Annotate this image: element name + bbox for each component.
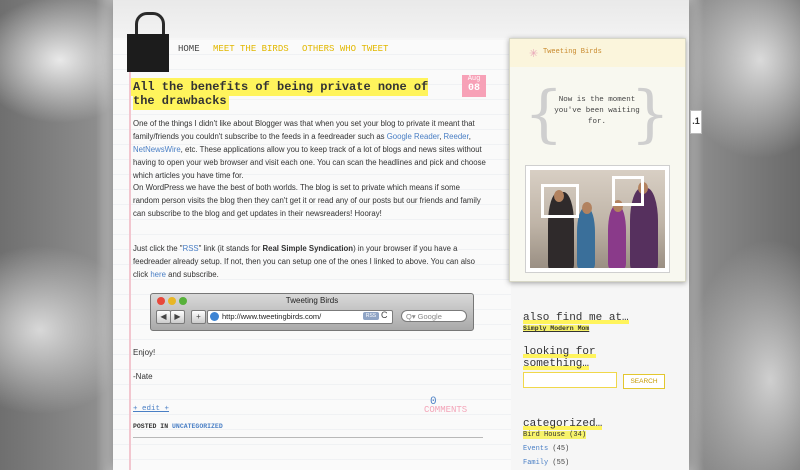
- rss-badge-icon: RSS: [363, 312, 379, 320]
- main-nav: HOME MEET THE BIRDS OTHERS WHO TWEET: [178, 44, 396, 54]
- post-closing: Enjoy!: [133, 348, 156, 357]
- post-paragraph-1: One of the things I didn't like about Bl…: [133, 117, 488, 182]
- photo-frame-prop: [612, 176, 644, 206]
- search-button[interactable]: SEARCH: [623, 374, 665, 389]
- post-paragraph-3: Just click the "RSS" link (it stands for…: [133, 242, 488, 281]
- category-item-events[interactable]: Events (45): [523, 442, 586, 456]
- card-title: Tweeting Birds: [543, 48, 602, 56]
- sidebar-welcome-card: ✳ Tweeting Birds { } Now is the moment y…: [509, 38, 686, 282]
- post-category-line: POSTED IN UNCATEGORIZED: [133, 423, 223, 430]
- nav-home-link[interactable]: HOME: [178, 44, 200, 54]
- reload-icon: C: [381, 310, 388, 320]
- google-reader-link[interactable]: Google Reader: [387, 132, 439, 141]
- header-band: [113, 0, 689, 38]
- paragraph-text: and subscribe.: [165, 270, 219, 279]
- comments-link[interactable]: COMMENTS: [424, 405, 467, 415]
- add-bookmark-icon: +: [191, 310, 206, 324]
- post-date-badge: Aug 08: [462, 75, 486, 97]
- photo-figure: [577, 208, 595, 268]
- nav-meet-the-birds-link[interactable]: MEET THE BIRDS: [213, 44, 289, 54]
- netnewswire-link[interactable]: NetNewsWire: [133, 145, 181, 154]
- binder-clip-logo[interactable]: [127, 12, 169, 72]
- browser-toolbar-screenshot: Tweeting Birds ◀ ▶ + http://www.tweeting…: [150, 293, 474, 331]
- browser-search-field: Q▾ Google: [401, 310, 467, 322]
- post-divider: [133, 437, 483, 438]
- category-count: (34): [569, 431, 587, 439]
- looking-for-heading: looking for something…: [523, 346, 633, 370]
- browser-url-text: http://www.tweetingbirds.com/: [222, 312, 322, 321]
- paragraph-text: " link (it stands for: [198, 244, 263, 253]
- category-item-bird-house[interactable]: Bird House (34): [523, 428, 587, 442]
- photo-face: [582, 202, 592, 214]
- paragraph-text: ,: [468, 132, 471, 141]
- subscribe-here-link[interactable]: here: [150, 270, 166, 279]
- category-name[interactable]: Bird House: [523, 431, 565, 439]
- posted-in-label: POSTED IN: [133, 423, 169, 430]
- nav-others-who-tweet-link[interactable]: OTHERS WHO TWEET: [302, 44, 388, 54]
- heading-text: also find me at…: [523, 312, 629, 324]
- post-title[interactable]: All the benefits of being private none o…: [133, 80, 448, 108]
- rss-link[interactable]: RSS: [183, 244, 199, 253]
- category-list: Bird House (34) Events (45) Family (55): [523, 428, 587, 470]
- browser-window-title: Tweeting Birds: [285, 296, 339, 305]
- category-name[interactable]: Family: [523, 459, 548, 467]
- post-signature: -Nate: [133, 372, 153, 381]
- quote-text: Now is the moment you've been waiting fo…: [554, 96, 640, 126]
- simply-modern-mom-link[interactable]: Simply Modern Mom: [523, 325, 590, 332]
- paragraph-text: , etc. These applications allow you to k…: [133, 145, 486, 180]
- category-uncategorized-link[interactable]: UNCATEGORIZED: [172, 423, 223, 430]
- sidebar-search-input[interactable]: [523, 372, 617, 388]
- reeder-link[interactable]: Reeder: [444, 132, 469, 141]
- heading-text: looking for something…: [523, 346, 596, 370]
- welcome-quote: { } Now is the moment you've been waitin…: [524, 83, 670, 145]
- also-find-me-heading: also find me at…: [523, 312, 629, 324]
- family-photo-image: [530, 170, 665, 268]
- paragraph-bold-text: Real Simple Syndication: [262, 244, 354, 253]
- family-photo: [525, 165, 670, 273]
- binder-clip-body: [127, 34, 169, 72]
- category-count: (45): [552, 445, 570, 453]
- post-date-month: Aug: [467, 75, 481, 83]
- forward-arrow-icon: ▶: [170, 310, 185, 324]
- category-item-family[interactable]: Family (55): [523, 456, 586, 470]
- page-tab: .1: [690, 110, 702, 134]
- paragraph-text: Just click the ": [133, 244, 183, 253]
- globe-icon: [210, 312, 219, 321]
- post-paragraph-2: On WordPress we have the best of both wo…: [133, 183, 481, 218]
- photo-figure: [608, 206, 626, 268]
- post-title-text[interactable]: All the benefits of being private none o…: [133, 80, 429, 108]
- photo-frame-prop: [541, 184, 579, 218]
- back-arrow-icon: ◀: [156, 310, 171, 324]
- notebook-margin-line: [129, 40, 131, 470]
- post-date-day: 08: [467, 83, 480, 94]
- edit-post-link[interactable]: + edit +: [133, 405, 169, 413]
- category-count: (55): [552, 459, 570, 467]
- category-name[interactable]: Events: [523, 445, 548, 453]
- star-icon: ✳: [529, 48, 539, 60]
